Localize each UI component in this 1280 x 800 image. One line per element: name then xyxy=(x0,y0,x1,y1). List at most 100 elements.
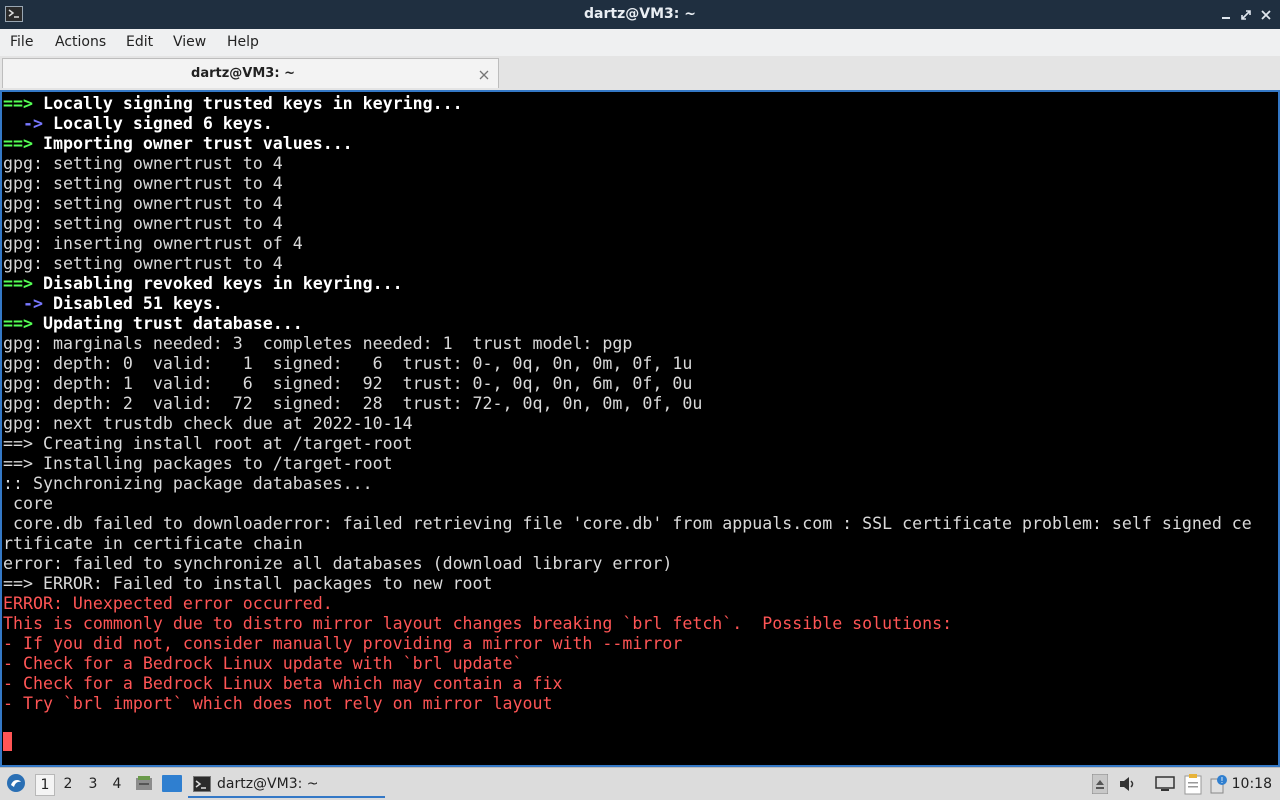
terminal-line: -> Disabled 51 keys. xyxy=(3,294,1278,314)
terminal-task-icon xyxy=(193,776,211,792)
terminal-line: gpg: setting ownertrust to 4 xyxy=(3,154,1278,174)
line-text: ==> Installing packages to /target-root xyxy=(3,454,393,473)
menu-file[interactable]: File xyxy=(10,34,33,50)
terminal-line: ERROR: Unexpected error occurred. xyxy=(3,594,1278,614)
line-text: gpg: depth: 1 valid: 6 signed: 92 trust:… xyxy=(3,374,693,393)
line-text: gpg: setting ownertrust to 4 xyxy=(3,194,283,213)
line-text: ==> Creating install root at /target-roo… xyxy=(3,434,413,453)
line-prefix: ==> xyxy=(3,94,33,113)
task-label: dartz@VM3: ~ xyxy=(217,776,319,792)
terminal-line: ==> Creating install root at /target-roo… xyxy=(3,434,1278,454)
terminal-line: ==> Installing packages to /target-root xyxy=(3,454,1278,474)
terminal-output[interactable]: ==> Locally signing trusted keys in keyr… xyxy=(0,90,1280,767)
svg-text:!: ! xyxy=(1220,776,1223,785)
menu-view[interactable]: View xyxy=(173,34,206,50)
terminal-line: rtificate in certificate chain xyxy=(3,534,1278,554)
line-prefix: -> xyxy=(3,114,43,133)
terminal-line: ==> Updating trust database... xyxy=(3,314,1278,334)
line-text: gpg: setting ownertrust to 4 xyxy=(3,254,283,273)
line-text: gpg: setting ownertrust to 4 xyxy=(3,154,283,173)
close-icon[interactable] xyxy=(1259,7,1273,21)
terminal-line: gpg: inserting ownertrust of 4 xyxy=(3,234,1278,254)
line-prefix: ==> xyxy=(3,134,33,153)
line-text: - Try `brl import` which does not rely o… xyxy=(3,694,553,713)
tab-bar: dartz@VM3: ~ xyxy=(0,56,1280,90)
terminal-line: This is commonly due to distro mirror la… xyxy=(3,614,1278,634)
menu-edit[interactable]: Edit xyxy=(126,34,153,50)
line-prefix: -> xyxy=(3,294,43,313)
line-text: Updating trust database... xyxy=(32,314,303,333)
terminal-line: gpg: depth: 2 valid: 72 signed: 28 trust… xyxy=(3,394,1278,414)
line-text: ERROR: Unexpected error occurred. xyxy=(3,594,333,613)
terminal-line: gpg: setting ownertrust to 4 xyxy=(3,214,1278,234)
maximize-icon[interactable] xyxy=(1239,7,1253,21)
terminal-line: -> Locally signed 6 keys. xyxy=(3,114,1278,134)
terminal-line: - Check for a Bedrock Linux update with … xyxy=(3,654,1278,674)
terminal-line: gpg: setting ownertrust to 4 xyxy=(3,174,1278,194)
minimize-icon[interactable] xyxy=(1219,7,1233,21)
line-text: - Check for a Bedrock Linux beta which m… xyxy=(3,674,563,693)
terminal-line: gpg: next trustdb check due at 2022-10-1… xyxy=(3,414,1278,434)
terminal-line: gpg: depth: 1 valid: 6 signed: 92 trust:… xyxy=(3,374,1278,394)
terminal-tab[interactable]: dartz@VM3: ~ xyxy=(2,58,499,88)
terminal-line: core xyxy=(3,494,1278,514)
taskbar: 1 2 3 4 dartz@VM3: ~ ! 10:18 xyxy=(0,767,1280,800)
volume-icon[interactable] xyxy=(1119,776,1137,792)
terminal-line: ==> Disabling revoked keys in keyring... xyxy=(3,274,1278,294)
terminal-line: - Check for a Bedrock Linux beta which m… xyxy=(3,674,1278,694)
terminal-line: - If you did not, consider manually prov… xyxy=(3,634,1278,654)
terminal-line: gpg: marginals needed: 3 completes neede… xyxy=(3,334,1278,354)
terminal-line: ==> ERROR: Failed to install packages to… xyxy=(3,574,1278,594)
line-text: gpg: inserting ownertrust of 4 xyxy=(3,234,303,253)
line-text: error: failed to synchronize all databas… xyxy=(3,554,673,573)
updates-icon[interactable]: ! xyxy=(1210,774,1228,794)
terminal-line: core.db failed to downloaderror: failed … xyxy=(3,514,1278,534)
line-text: Importing owner trust values... xyxy=(32,134,353,153)
terminal-line: :: Synchronizing package databases... xyxy=(3,474,1278,494)
line-text: Disabled 51 keys. xyxy=(42,294,223,313)
workspace-3[interactable]: 3 xyxy=(84,776,102,792)
menu-actions[interactable]: Actions xyxy=(55,34,106,50)
start-menu-icon[interactable] xyxy=(6,773,26,793)
file-manager-icon[interactable] xyxy=(135,774,153,792)
terminal-line: ==> Importing owner trust values... xyxy=(3,134,1278,154)
terminal-line: error: failed to synchronize all databas… xyxy=(3,554,1278,574)
workspace-4[interactable]: 4 xyxy=(108,776,126,792)
line-text: ==> ERROR: Failed to install packages to… xyxy=(3,574,493,593)
network-icon[interactable] xyxy=(1155,776,1175,792)
line-text: gpg: next trustdb check due at 2022-10-1… xyxy=(3,414,413,433)
line-text: rtificate in certificate chain xyxy=(3,534,303,553)
line-text: Locally signing trusted keys in keyring.… xyxy=(32,94,463,113)
line-text: Disabling revoked keys in keyring... xyxy=(32,274,403,293)
line-text: - If you did not, consider manually prov… xyxy=(3,634,683,653)
window-title: dartz@VM3: ~ xyxy=(584,6,696,22)
clipboard-icon[interactable] xyxy=(1183,773,1203,795)
line-text: This is commonly due to distro mirror la… xyxy=(3,614,953,633)
window-titlebar[interactable]: dartz@VM3: ~ xyxy=(0,0,1280,29)
line-text: gpg: setting ownertrust to 4 xyxy=(3,174,283,193)
workspace-1[interactable]: 1 xyxy=(35,774,55,796)
taskbar-terminal-task[interactable]: dartz@VM3: ~ xyxy=(188,770,385,798)
terminal-cursor xyxy=(3,732,12,751)
menu-help[interactable]: Help xyxy=(227,34,259,50)
line-text: - Check for a Bedrock Linux update with … xyxy=(3,654,523,673)
line-text: core xyxy=(3,494,53,513)
terminal-line: gpg: depth: 0 valid: 1 signed: 6 trust: … xyxy=(3,354,1278,374)
terminal-line: gpg: setting ownertrust to 4 xyxy=(3,254,1278,274)
line-text: gpg: depth: 2 valid: 72 signed: 28 trust… xyxy=(3,394,703,413)
terminal-lines: ==> Locally signing trusted keys in keyr… xyxy=(3,94,1278,714)
eject-icon[interactable] xyxy=(1091,773,1109,795)
clock[interactable]: 10:18 xyxy=(1232,776,1272,792)
line-text: core.db failed to downloaderror: failed … xyxy=(3,514,1252,533)
menu-bar: File Actions Edit View Help xyxy=(0,29,1280,57)
tab-close-icon[interactable] xyxy=(478,66,490,80)
workspace-2[interactable]: 2 xyxy=(59,776,77,792)
terminal-line: ==> Locally signing trusted keys in keyr… xyxy=(3,94,1278,114)
tab-label: dartz@VM3: ~ xyxy=(191,66,295,81)
terminal-line: gpg: setting ownertrust to 4 xyxy=(3,194,1278,214)
show-desktop-icon[interactable] xyxy=(162,775,182,792)
line-text: gpg: setting ownertrust to 4 xyxy=(3,214,283,233)
line-text: gpg: marginals needed: 3 completes neede… xyxy=(3,334,633,353)
line-text: :: Synchronizing package databases... xyxy=(3,474,373,493)
line-text: gpg: depth: 0 valid: 1 signed: 6 trust: … xyxy=(3,354,693,373)
